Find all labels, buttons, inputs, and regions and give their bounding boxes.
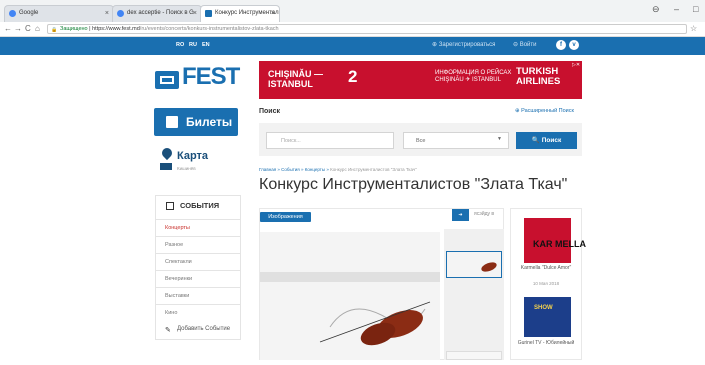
advanced-search-link[interactable]: ⊕ Расширенный Поиск: [515, 108, 574, 114]
event-poster-gurinel[interactable]: [524, 297, 571, 337]
ticket-logo-icon: [155, 71, 179, 89]
breadcrumb-home[interactable]: Главная: [259, 167, 276, 172]
violin-image: [260, 232, 440, 360]
next-arrow-icon[interactable]: ➜: [452, 209, 469, 221]
browser-tab-google[interactable]: Google ×: [4, 5, 114, 22]
event-title[interactable]: Karmella "Dulce Amor": [510, 265, 582, 271]
thumbnail-strip: [444, 229, 504, 360]
map-link[interactable]: Карта: [177, 150, 208, 162]
banner-count: 2: [348, 67, 358, 86]
facebook-icon[interactable]: f: [556, 40, 566, 50]
site-top-bar: [0, 37, 705, 55]
breadcrumb: Главная » События » Концерты » Конкурс И…: [259, 167, 417, 172]
register-link[interactable]: ⊕ Зарегистрироваться: [432, 41, 495, 48]
poster-text: SHOW: [534, 305, 553, 311]
events-menu-title: СОБЫТИЯ: [180, 201, 220, 210]
chevron-down-icon: ▼: [497, 136, 502, 142]
page-title: Конкурс Инструменталистов "Злата Ткач": [259, 176, 568, 193]
breadcrumb-current: Конкурс Инструменталистов "Злата Ткач": [330, 167, 417, 172]
breadcrumb-concerts[interactable]: Концерты: [305, 167, 325, 172]
menu-item-concerts[interactable]: Концерты: [155, 219, 241, 236]
pencil-icon: ✎: [165, 327, 171, 334]
ticket-icon: [166, 116, 178, 128]
map-city: Кишинёв: [177, 166, 196, 171]
search-title: Поиск: [259, 108, 281, 115]
fest-favicon-icon: [205, 10, 212, 17]
close-tab-icon[interactable]: ×: [105, 6, 109, 21]
next-label[interactable]: ясэйду в: [474, 211, 494, 217]
back-button[interactable]: ←: [4, 24, 12, 34]
category-select[interactable]: Все ▼: [403, 132, 509, 149]
thumbnail-image-2[interactable]: [446, 351, 502, 360]
menu-item-misc[interactable]: Разное: [155, 236, 241, 253]
forward-button[interactable]: →: [14, 24, 22, 34]
profile-icon[interactable]: ⊖: [652, 4, 660, 15]
lock-icon: 🔒: [51, 27, 58, 33]
menu-item-shows[interactable]: Спектакли: [155, 253, 241, 270]
search-button[interactable]: 🔍 Поиск: [516, 132, 577, 149]
close-tab-icon[interactable]: ×: [271, 6, 275, 21]
banner-airline: TURKISH AIRLINES: [516, 66, 561, 87]
thumbnail-image[interactable]: [446, 251, 502, 278]
close-tab-icon[interactable]: ×: [193, 6, 197, 21]
lang-ru[interactable]: RU: [189, 42, 197, 48]
event-date: 10 Мая 2018: [532, 281, 560, 286]
menu-item-exhibitions[interactable]: Выставки: [155, 287, 241, 304]
event-title[interactable]: Gurinel TV - Юбилейный: [510, 340, 582, 346]
bookmark-star-icon[interactable]: ☆: [690, 24, 697, 34]
lang-ro[interactable]: RO: [176, 42, 184, 48]
google-favicon-icon: [9, 10, 16, 17]
menu-item-parties[interactable]: Вечеринки: [155, 270, 241, 287]
home-button[interactable]: ⌂: [35, 24, 40, 34]
lang-en[interactable]: EN: [202, 42, 210, 48]
vk-icon[interactable]: v: [569, 40, 579, 50]
poster-text: KAR MELLA: [533, 239, 586, 249]
banner-route-info: ИНФОРМАЦИЯ О РЕЙСАХ CHIŞINĂU ✈ ISTANBUL: [435, 70, 512, 83]
browser-tab-fest[interactable]: Конкурс Инструментал ×: [200, 5, 280, 22]
map-icon: [160, 163, 172, 170]
map-pin-icon: [159, 145, 175, 161]
menu-item-cinema[interactable]: Кино: [155, 304, 241, 321]
reload-button[interactable]: C: [25, 24, 31, 34]
ad-choices-icon[interactable]: ▷✕: [572, 62, 580, 68]
violin-thumbnail: [447, 252, 501, 277]
banner-route-from: CHIŞINĂU — ISTANBUL: [268, 69, 324, 89]
search-input[interactable]: Поиск...: [266, 132, 394, 149]
maximize-button[interactable]: □: [693, 4, 698, 14]
google-favicon-icon: [117, 10, 124, 17]
login-link[interactable]: ⊖ Войти: [513, 41, 536, 48]
site-logo[interactable]: FEST: [182, 63, 240, 91]
tab-images[interactable]: Изображения: [260, 212, 311, 222]
breadcrumb-events[interactable]: События: [281, 167, 300, 172]
tickets-button[interactable]: Билеты: [154, 108, 238, 136]
url-input[interactable]: 🔒 Защищено | https://www.fest.md/ru/even…: [47, 24, 687, 34]
calendar-icon: [166, 202, 174, 210]
main-gallery-image[interactable]: [260, 232, 440, 360]
minimize-button[interactable]: –: [674, 4, 679, 14]
browser-tab-search[interactable]: dex acceptie - Поиск в G ×: [112, 5, 202, 22]
add-event-link[interactable]: Добавить Событие: [177, 326, 230, 332]
